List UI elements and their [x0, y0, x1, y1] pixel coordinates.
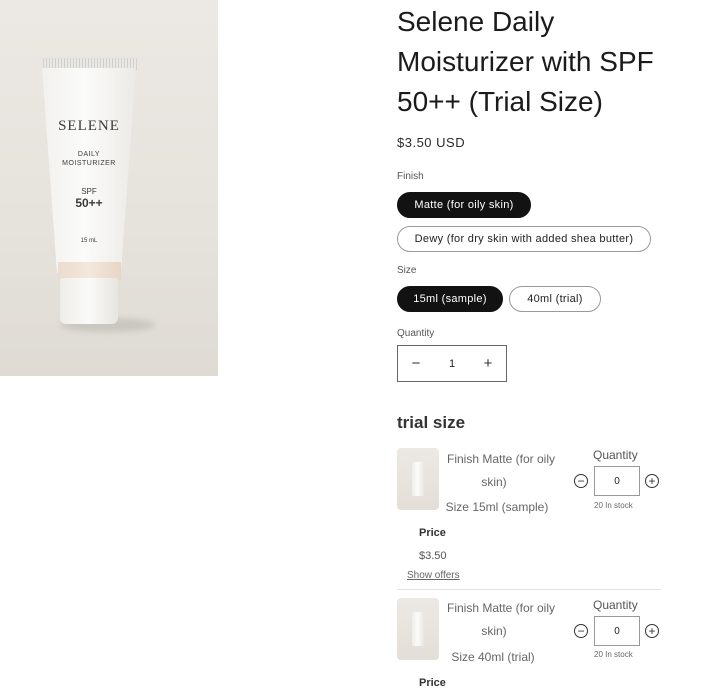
tube-spf-value: 50++ — [75, 196, 103, 210]
variant-size: Size 40ml (trial) — [451, 650, 535, 664]
variant-increase-icon[interactable]: + — [645, 474, 659, 488]
variant-price-value: $3.50 — [419, 550, 447, 562]
variant-thumbnail — [397, 598, 439, 660]
variant-stock: 20 In stock — [594, 501, 633, 510]
size-option-15ml[interactable]: 15ml (sample) — [397, 286, 503, 312]
quantity-label: Quantity — [397, 328, 435, 339]
variant-decrease-icon[interactable]: − — [574, 474, 588, 488]
tube-cap — [60, 278, 118, 324]
variant-stock: 20 In stock — [594, 650, 633, 659]
variant-price-label: Price — [419, 527, 446, 539]
tube-size: 15 mL — [80, 238, 98, 244]
variant-thumbnail — [397, 448, 439, 510]
variant-quantity-label: Quantity — [593, 598, 638, 612]
tube-spf: SPF — [81, 187, 97, 196]
product-price: $3.50 USD — [397, 135, 466, 150]
variant-increase-icon[interactable]: + — [645, 624, 659, 638]
tube-brand: SELENE — [58, 118, 120, 134]
variant-decrease-icon[interactable]: − — [574, 624, 588, 638]
quantity-input[interactable]: 1 — [434, 346, 470, 381]
tube-line-daily: DAILY — [77, 151, 101, 158]
quantity-stepper: − 1 + — [397, 345, 507, 382]
variant-quantity-label: Quantity — [593, 448, 638, 462]
variant-price-label: Price — [419, 677, 446, 689]
variant-quantity-input[interactable]: 0 — [594, 466, 640, 496]
variant-divider — [397, 589, 661, 590]
size-option-40ml[interactable]: 40ml (trial) — [509, 286, 601, 312]
bundle-title: trial size — [397, 413, 466, 432]
product-image: SELENE DAILY MOISTURIZER SPF 50++ 15 mL — [0, 0, 218, 376]
variant-finish-line2: skin) — [481, 624, 507, 638]
product-title: Selene Daily Moisturizer with SPF 50++ (… — [397, 6, 654, 117]
size-label: Size — [397, 265, 417, 276]
show-offers-link[interactable]: Show offers — [407, 570, 460, 581]
variant-size: Size 15ml (sample) — [445, 500, 549, 514]
variant-finish-line1: Finish Matte (for oily — [446, 452, 556, 466]
variant-finish-line2: skin) — [481, 475, 507, 489]
finish-option-matte[interactable]: Matte (for oily skin) — [397, 192, 531, 218]
variant-quantity-input[interactable]: 0 — [594, 616, 640, 646]
variant-finish-line1: Finish Matte (for oily — [446, 601, 556, 615]
tube-line-moisturizer: MOISTURIZER — [62, 160, 116, 167]
quantity-decrease-button[interactable]: − — [400, 346, 432, 381]
finish-option-dewy[interactable]: Dewy (for dry skin with added shea butte… — [397, 226, 651, 252]
quantity-increase-button[interactable]: + — [472, 346, 504, 381]
finish-label: Finish — [397, 171, 424, 182]
